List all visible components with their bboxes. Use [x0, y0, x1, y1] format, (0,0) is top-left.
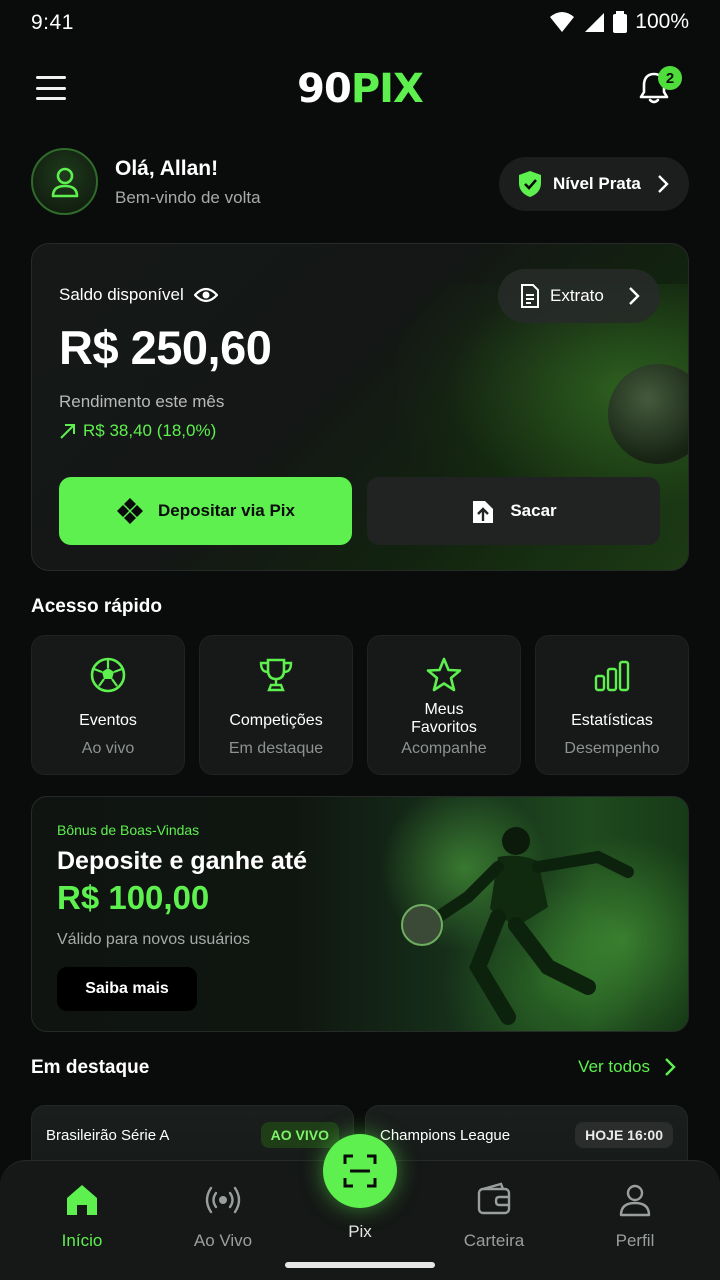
menu-icon[interactable]: [36, 74, 66, 102]
promo-tag: Bônus de Boas-Vindas: [57, 822, 200, 838]
yield-label: Rendimento este mês: [59, 392, 225, 411]
greeting-subtitle: Bem-vindo de volta: [115, 188, 261, 207]
trophy-icon: [259, 658, 293, 692]
home-icon: [67, 1185, 97, 1215]
pix-scan-button[interactable]: [323, 1134, 397, 1208]
shield-check-icon: [519, 171, 541, 197]
status-icons: 100%: [549, 10, 689, 34]
promo-amount: R$ 100,00: [57, 879, 210, 916]
avatar[interactable]: [31, 148, 98, 215]
status-time: 9:41: [31, 11, 74, 34]
signal-icon: [585, 13, 605, 32]
balance-card: Saldo disponível R$ 250,60 Rendimento es…: [31, 243, 689, 571]
battery-icon: [613, 11, 628, 33]
live-badge: AO VIVO: [260, 1122, 339, 1148]
home-indicator[interactable]: [285, 1262, 435, 1268]
quick-item-title: Estatísticas: [571, 712, 653, 729]
quick-item-subtitle: Ao vivo: [81, 740, 135, 757]
learn-more-button[interactable]: Saiba mais: [57, 967, 197, 1011]
quick-access-title: Acesso rápido: [31, 596, 162, 617]
nav-item-live[interactable]: Ao Vivo: [168, 1181, 278, 1251]
time-badge: HOJE 16:00: [575, 1122, 673, 1148]
battery-percent: 100%: [635, 10, 689, 33]
quick-item-subtitle: Acompanhe: [401, 740, 487, 757]
pix-icon: [116, 498, 143, 524]
wallet-icon: [477, 1182, 511, 1215]
see-all-link[interactable]: Ver todos: [578, 1057, 676, 1077]
chevron-right-icon: [665, 1058, 676, 1076]
user-icon: [51, 167, 78, 197]
soccer-ball-icon: [90, 657, 126, 693]
nav-label: Perfil: [615, 1231, 655, 1250]
app-header: 90PIX 2: [0, 60, 720, 120]
nav-label: Carteira: [463, 1231, 525, 1250]
bar-chart-icon: [594, 660, 630, 692]
quick-item-title: Eventos: [79, 712, 137, 729]
eye-icon[interactable]: [193, 286, 218, 304]
welcome-bonus-banner[interactable]: Bônus de Boas-Vindas Deposite e ganhe at…: [31, 796, 689, 1032]
quick-item-favorites[interactable]: Meus Favoritos Acompanhe: [367, 635, 521, 775]
quick-access-grid: Eventos Ao vivo Competições Em destaque …: [31, 635, 689, 775]
star-icon: [426, 657, 462, 692]
promo-title: Deposite e ganhe até: [57, 847, 308, 875]
featured-title: Em destaque: [31, 1057, 150, 1078]
nav-item-wallet[interactable]: Carteira: [439, 1181, 549, 1251]
trend-up-icon: [60, 424, 75, 439]
scan-icon: [343, 1154, 377, 1188]
match-league: Champions League: [380, 1127, 511, 1144]
greeting-row: Olá, Allan! Bem-vindo de volta Nível Pra…: [31, 148, 689, 216]
match-league: Brasileirão Série A: [46, 1127, 170, 1144]
quick-item-subtitle: Desempenho: [564, 740, 660, 757]
quick-item-statistics[interactable]: Estatísticas Desempenho: [535, 635, 689, 775]
yield-value: R$ 38,40 (18,0%): [59, 421, 216, 441]
withdraw-icon: [473, 501, 494, 523]
notification-badge: 2: [658, 66, 682, 90]
wifi-icon: [550, 12, 575, 32]
level-badge-button[interactable]: Nível Prata: [499, 157, 689, 211]
level-label: Nível Prata: [553, 174, 641, 193]
status-bar: 9:41 100%: [0, 0, 720, 48]
app-logo: 90PIX: [297, 66, 424, 112]
quick-item-events[interactable]: Eventos Ao vivo: [31, 635, 185, 775]
statement-button[interactable]: Extrato: [498, 269, 660, 323]
balance-label: Saldo disponível: [59, 285, 218, 305]
chevron-right-icon: [629, 287, 640, 305]
nav-label-pix: Pix: [348, 1222, 372, 1241]
chevron-right-icon: [658, 175, 669, 193]
live-broadcast-icon: [205, 1186, 241, 1214]
greeting-title: Olá, Allan!: [115, 157, 219, 180]
document-icon: [521, 284, 539, 308]
withdraw-button[interactable]: Sacar: [367, 477, 660, 545]
soccer-player-image: [401, 827, 634, 1025]
deposit-pix-button[interactable]: Depositar via Pix: [59, 477, 352, 545]
quick-item-competitions[interactable]: Competições Em destaque: [199, 635, 353, 775]
quick-item-subtitle: Em destaque: [228, 740, 324, 757]
balance-value: R$ 250,60: [59, 321, 272, 374]
quick-item-title: Meus Favoritos: [411, 701, 477, 736]
nav-item-home[interactable]: Início: [27, 1181, 137, 1251]
nav-item-profile[interactable]: Perfil: [580, 1181, 690, 1251]
user-icon: [619, 1184, 651, 1217]
promo-subtitle: Válido para novos usuários: [57, 931, 251, 948]
nav-label: Início: [61, 1231, 103, 1250]
nav-label: Ao Vivo: [193, 1231, 253, 1250]
quick-item-title: Competições: [229, 712, 323, 729]
